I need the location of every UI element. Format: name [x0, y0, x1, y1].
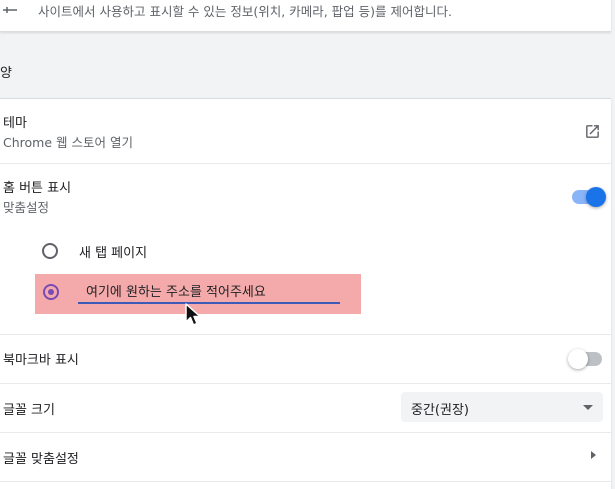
custom-url-input[interactable]	[78, 279, 340, 304]
site-settings-description: 사이트에서 사용하고 표시할 수 있는 정보(위치, 카메라, 팝업 등)를 제…	[38, 4, 452, 19]
theme-label: 테마	[3, 116, 27, 131]
home-button-toggle[interactable]	[572, 187, 606, 207]
font-size-select[interactable]: 중간(권장)	[401, 392, 603, 422]
mouse-cursor-icon	[184, 303, 206, 333]
section-title: 양	[0, 66, 12, 81]
dropdown-caret-icon	[583, 405, 593, 410]
home-button-row[interactable]: 홈 버튼 표시 맞춤설정	[0, 164, 611, 220]
radio-new-tab-page[interactable]: 새 탭 페이지	[0, 236, 611, 266]
bookmarks-bar-row[interactable]: 북마크바 표시	[0, 335, 611, 383]
radio-button[interactable]	[42, 243, 58, 259]
radio-new-tab-label: 새 탭 페이지	[79, 246, 148, 261]
home-button-label: 홈 버튼 표시	[3, 181, 72, 196]
bookmarks-bar-label: 북마크바 표시	[3, 353, 79, 368]
theme-sublabel: Chrome 웹 스토어 열기	[3, 135, 133, 150]
open-in-new-icon[interactable]	[584, 123, 601, 144]
divider	[0, 481, 611, 482]
home-button-sublabel: 맞춤설정	[3, 200, 50, 215]
toggle-knob	[568, 349, 588, 369]
font-size-value: 중간(권장)	[411, 403, 469, 418]
customize-fonts-label: 글꼴 맞춤설정	[3, 452, 79, 467]
chevron-right-icon[interactable]	[591, 451, 596, 459]
theme-row[interactable]: 테마 Chrome 웹 스토어 열기	[0, 99, 611, 163]
sliders-icon	[3, 2, 17, 21]
radio-button[interactable]	[43, 284, 59, 300]
font-size-label: 글꼴 크기	[3, 403, 55, 418]
appearance-card: 테마 Chrome 웹 스토어 열기 홈 버튼 표시 맞춤설정 새 탭 페이지 …	[0, 98, 611, 489]
bookmarks-bar-toggle[interactable]	[568, 349, 602, 369]
site-settings-row[interactable]: 사이트에서 사용하고 표시할 수 있는 정보(위치, 카메라, 팝업 등)를 제…	[0, 0, 611, 32]
customize-fonts-row[interactable]: 글꼴 맞춤설정	[0, 433, 611, 481]
toggle-knob	[586, 187, 606, 207]
